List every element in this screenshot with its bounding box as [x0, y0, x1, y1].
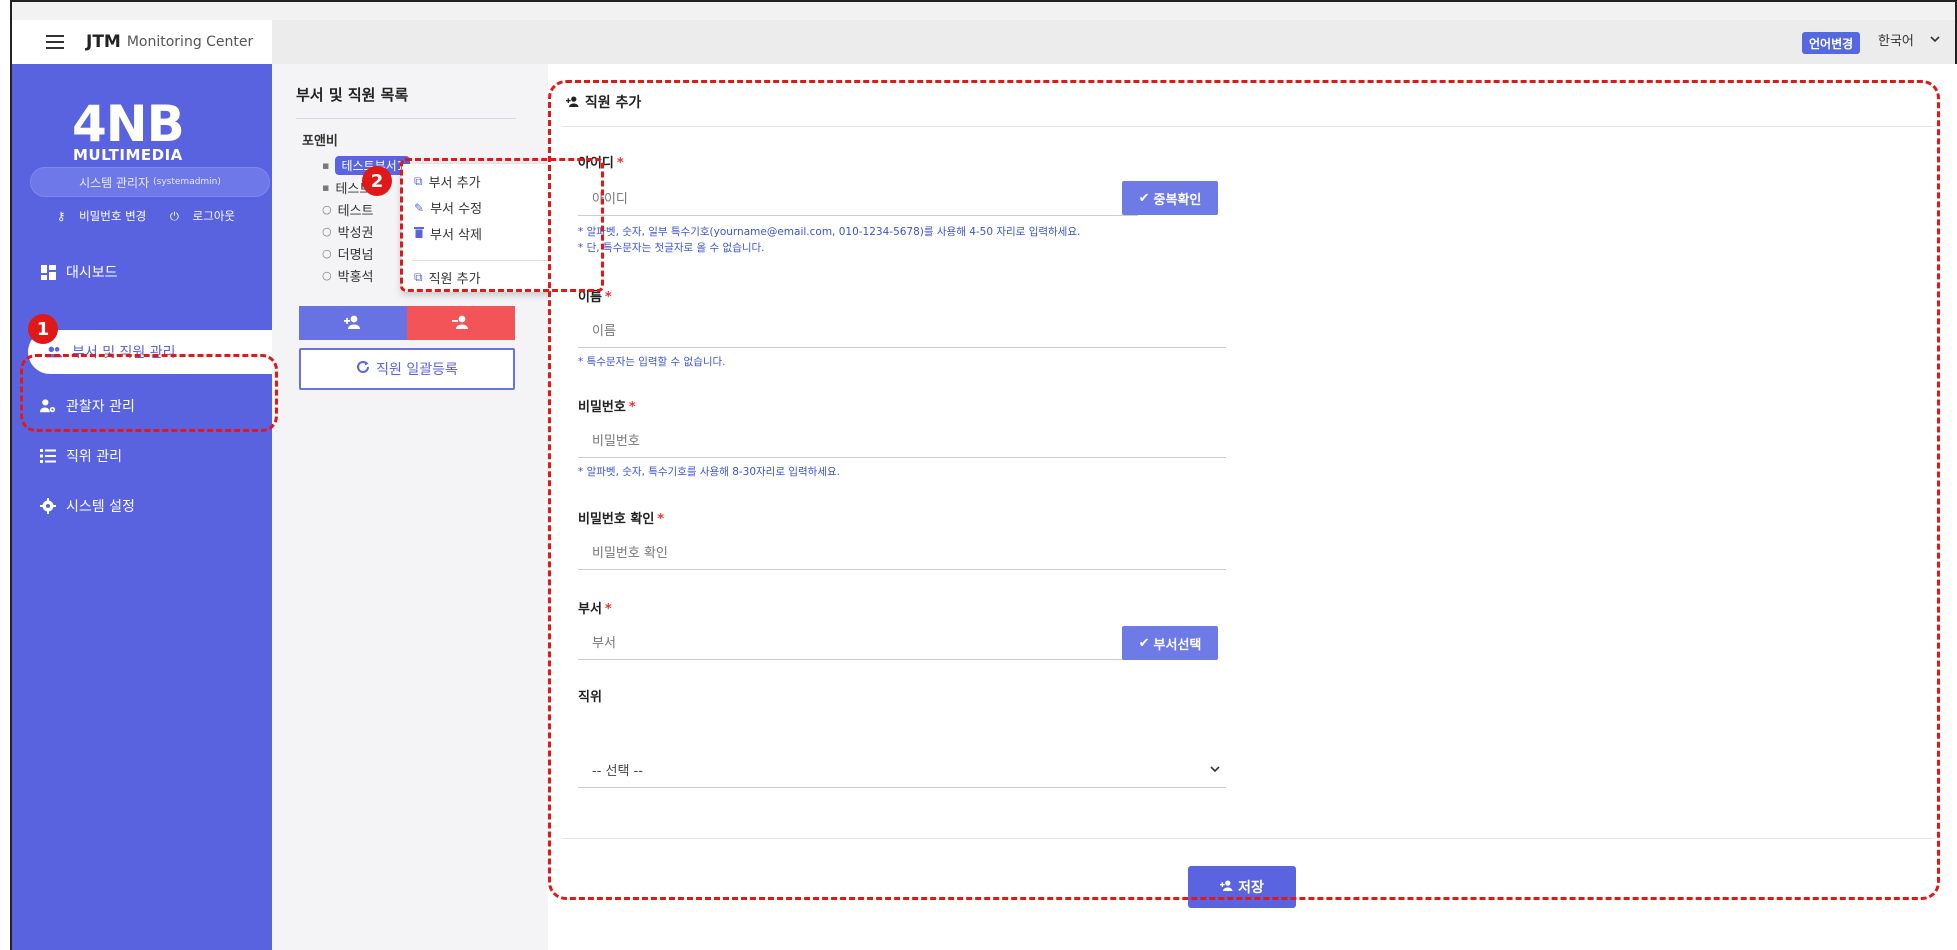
- tree-item-label: 박성권: [337, 226, 374, 241]
- tree-item-employee[interactable]: ○ 테스트: [322, 200, 374, 219]
- sidebar-item-system-settings[interactable]: 시스템 설정: [22, 484, 270, 528]
- user-icon: ○: [322, 203, 332, 216]
- tree-root[interactable]: 포앤비: [302, 130, 338, 149]
- user-minus-icon: [452, 314, 470, 333]
- sidebar-item-label: 시스템 설정: [66, 499, 135, 515]
- sitemap-icon: ▪: [322, 159, 330, 172]
- sitemap-icon: ▪: [322, 181, 330, 194]
- annotation-badge-1: 1: [28, 314, 58, 344]
- language-change-button[interactable]: 언어변경: [1802, 32, 1861, 54]
- language-select[interactable]: 한국어: [1878, 30, 1940, 49]
- tree-item-employee[interactable]: ○ 박홍석: [322, 266, 374, 285]
- tree-item-label: 더명넘: [337, 248, 374, 263]
- key-icon: ⚷: [57, 209, 66, 223]
- list-icon: [40, 448, 56, 464]
- admin-badge: 시스템 관리자 (systemadmin): [30, 167, 270, 197]
- sidebar-item-label: 직위 관리: [66, 449, 122, 465]
- chevron-down-icon: [1930, 32, 1940, 47]
- tree-item-employee[interactable]: ○ 더명넘: [322, 244, 374, 263]
- sidebar-item-dashboard[interactable]: 대시보드: [22, 250, 270, 294]
- sidebar: 4NB MULTIMEDIA 시스템 관리자 (systemadmin) ⚷ 비…: [12, 64, 282, 950]
- logo-text: 4NB: [72, 95, 185, 153]
- annotation-badge-2: 2: [362, 166, 392, 196]
- language-value: 한국어: [1878, 34, 1914, 49]
- logout-label: 로그아웃: [192, 209, 235, 223]
- add-employee-button[interactable]: [299, 306, 407, 340]
- logo-subtext: MULTIMEDIA: [72, 146, 183, 164]
- bulk-register-label: 직원 일괄등록: [376, 362, 458, 378]
- dashboard-icon: [40, 264, 56, 280]
- tree-title: 부서 및 직원 목록: [296, 86, 409, 104]
- logo: 4NB MULTIMEDIA: [72, 95, 185, 164]
- tree-item-label: 박홍석: [337, 270, 374, 285]
- account-links: ⚷ 비밀번호 변경 ⏻ 로그아웃: [26, 208, 266, 224]
- change-password-link[interactable]: ⚷ 비밀번호 변경: [52, 209, 155, 223]
- bulk-register-button[interactable]: 직원 일괄등록: [299, 348, 515, 390]
- brand-subtitle: Monitoring Center: [126, 34, 254, 50]
- gear-icon: [40, 498, 56, 514]
- tree-item-employee[interactable]: ○ 박성권: [322, 222, 374, 241]
- annotation-highlight-1: [20, 354, 278, 432]
- remove-employee-button[interactable]: [407, 306, 515, 340]
- refresh-icon: [356, 360, 370, 378]
- user-icon: ○: [322, 225, 332, 238]
- brand-area: JTM Monitoring Center: [12, 20, 272, 64]
- sidebar-item-label: 대시보드: [66, 265, 118, 281]
- tree-item-label: 테스트: [337, 204, 374, 219]
- logout-link[interactable]: ⏻ 로그아웃: [165, 209, 240, 223]
- tree-title-divider: [296, 118, 516, 119]
- user-plus-icon: [344, 314, 362, 333]
- change-password-label: 비밀번호 변경: [79, 209, 147, 223]
- brand-name: JTM: [86, 32, 121, 52]
- sidebar-item-position[interactable]: 직위 관리: [22, 434, 270, 478]
- user-icon: ○: [322, 247, 332, 260]
- user-icon: ○: [322, 269, 332, 282]
- admin-name: 시스템 관리자: [79, 175, 150, 190]
- top-bar: JTM Monitoring Center 언어변경 한국어: [12, 20, 1955, 64]
- power-icon: ⏻: [169, 209, 179, 223]
- admin-id: (systemadmin): [153, 177, 221, 187]
- hamburger-menu-icon[interactable]: [46, 35, 64, 49]
- annotation-highlight-form: [548, 80, 1940, 900]
- tree-action-buttons: [299, 306, 515, 340]
